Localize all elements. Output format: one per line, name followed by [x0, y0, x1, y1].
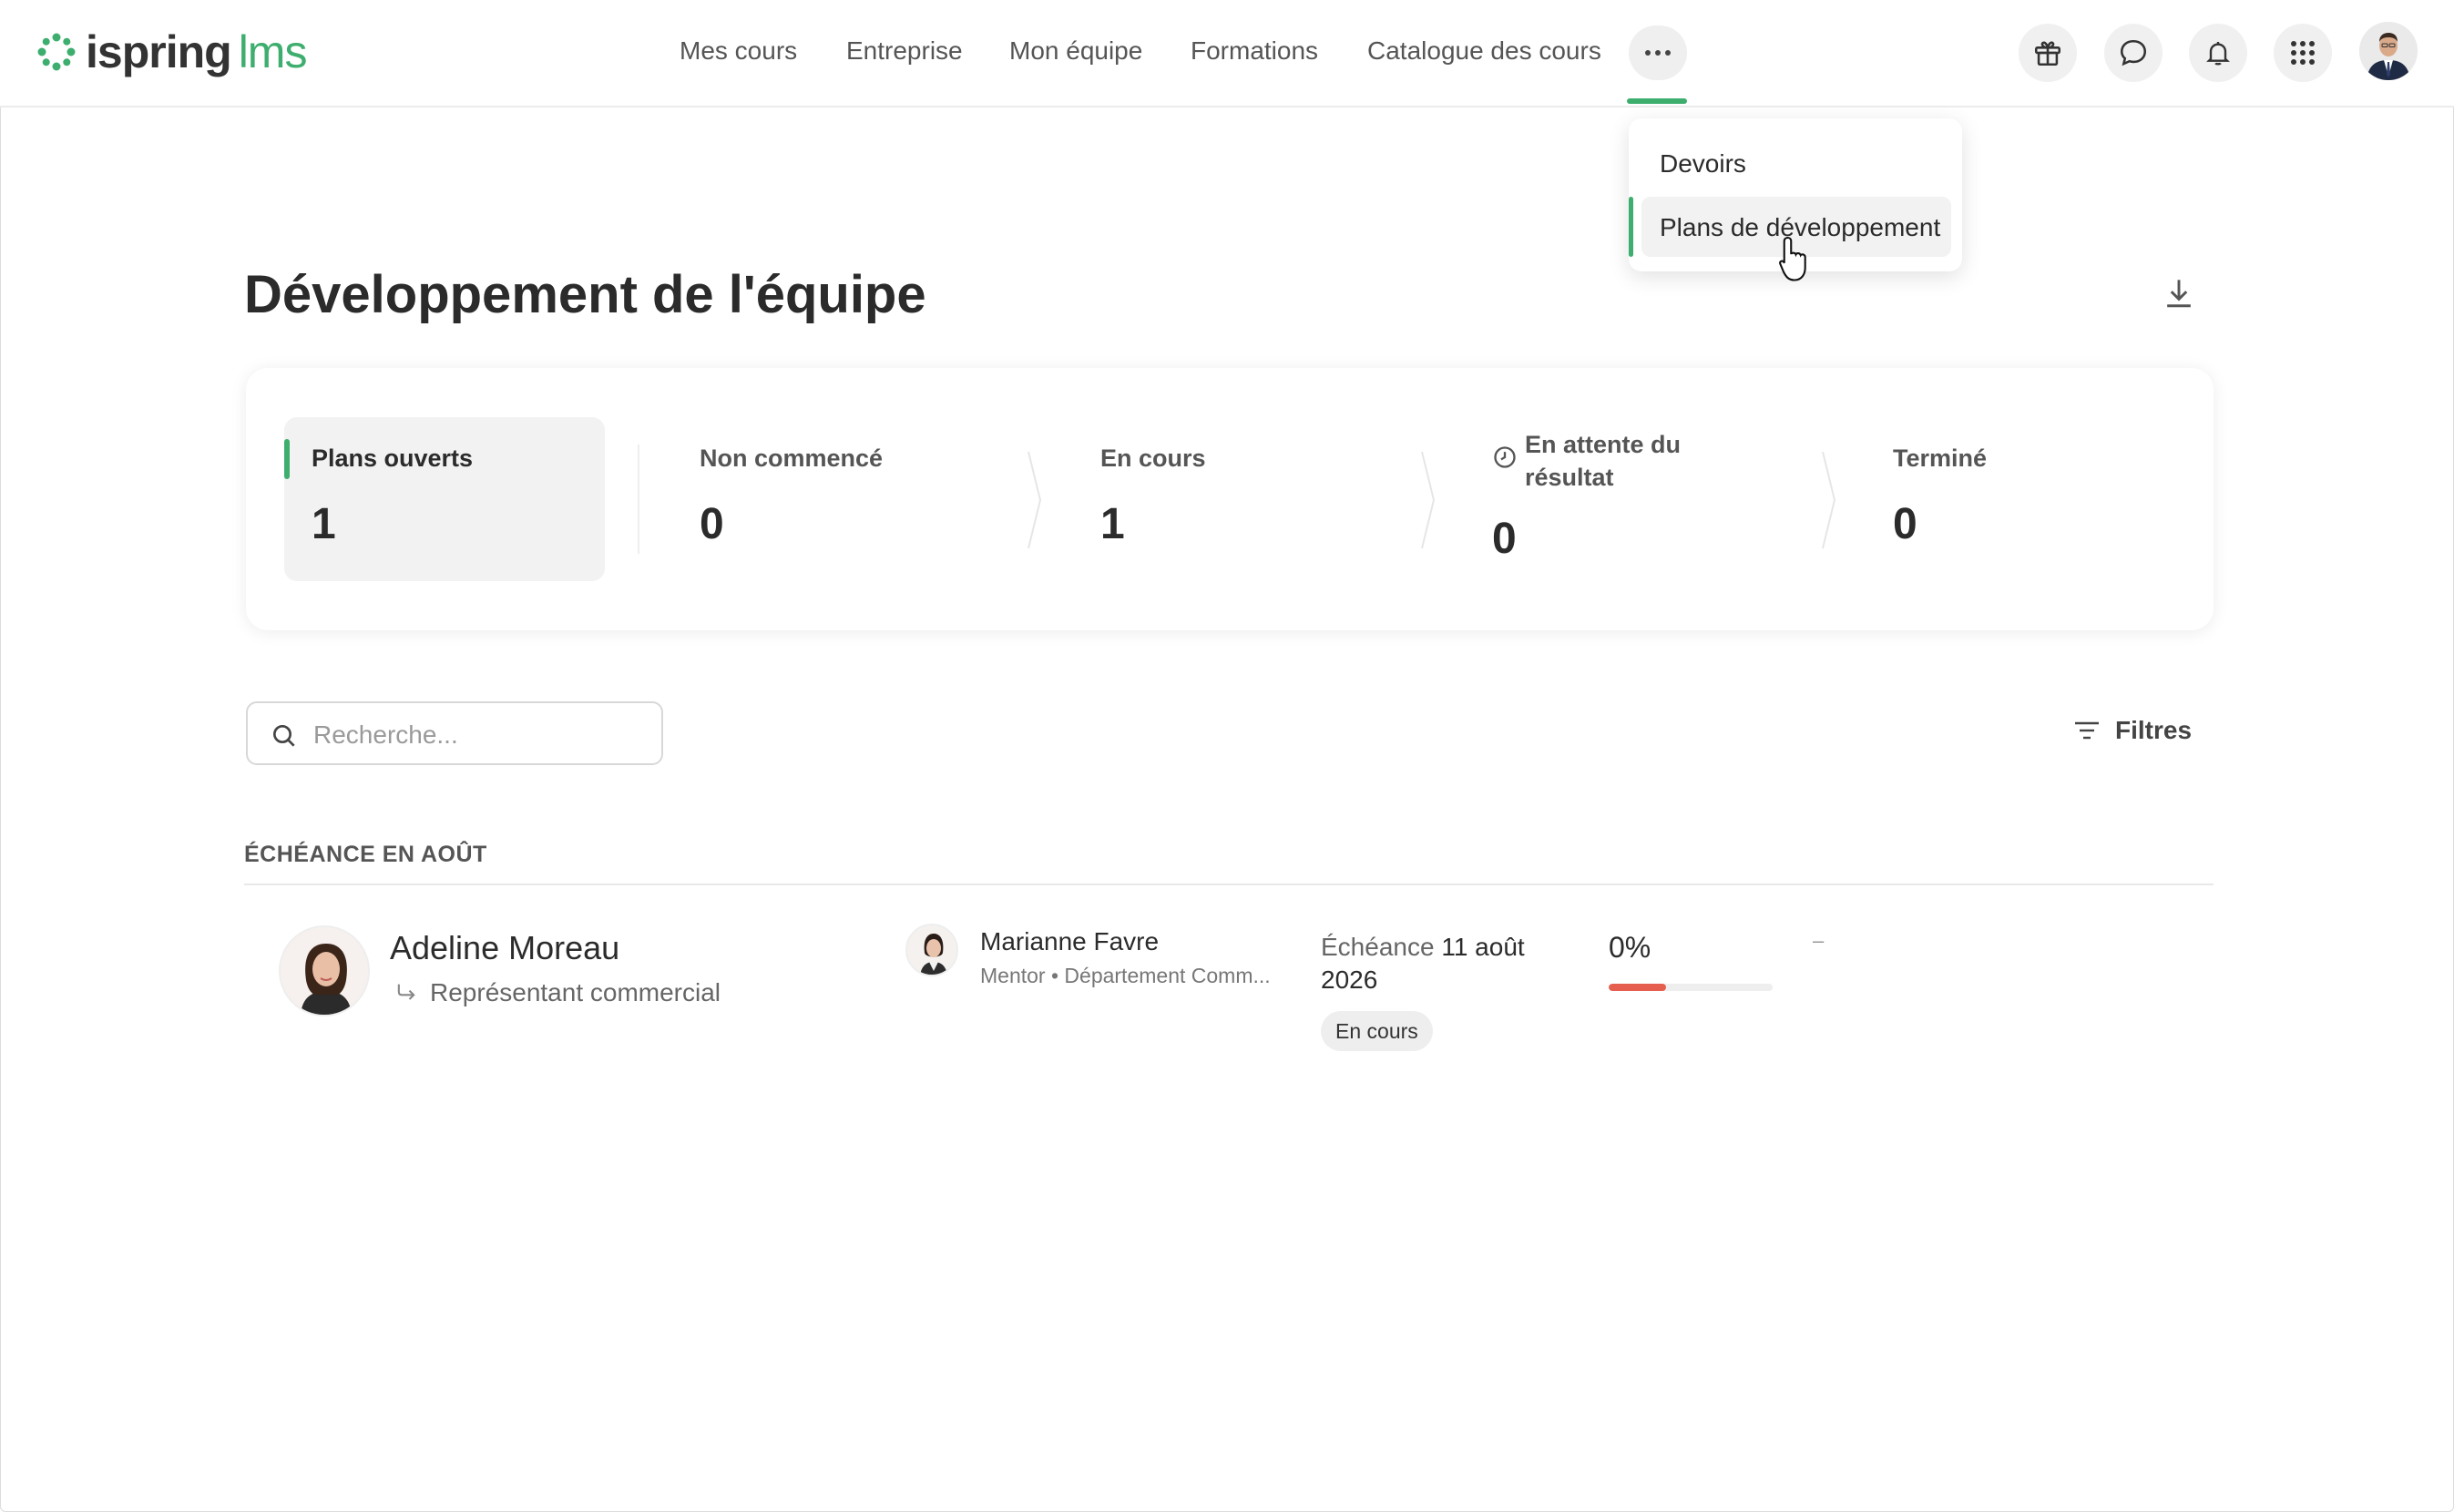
employee-name[interactable]: Adeline Moreau: [390, 929, 619, 967]
search-box: [246, 701, 663, 765]
gift-button[interactable]: [2019, 24, 2077, 82]
brand-logo[interactable]: ispring lms: [36, 26, 308, 78]
stat-label-en-cours: En cours: [1100, 444, 1206, 472]
dropdown-item-devoirs[interactable]: Devoirs: [1660, 149, 1746, 179]
stat-non-commence-tile[interactable]: [700, 417, 1082, 581]
group-title: ÉCHÉANCE EN AOÛT: [244, 842, 487, 867]
download-icon[interactable]: [2159, 273, 2199, 313]
stat-label-plans-ouverts: Plans ouverts: [312, 444, 474, 472]
stat-value-non-commence: 0: [700, 500, 724, 548]
chat-button[interactable]: [2104, 24, 2163, 82]
search-icon: [273, 725, 295, 747]
stats-card: Plans ouverts 1 Non commencé 0 En cours …: [246, 368, 2214, 630]
active-nav-indicator: [1627, 98, 1687, 104]
chat-icon: [2120, 39, 2147, 66]
nav-item-formations[interactable]: Formations: [1191, 36, 1318, 66]
stat-value-en-attente: 0: [1492, 515, 1517, 563]
filter-icon: [2075, 721, 2099, 740]
chevron-separator-icon: [1028, 451, 1042, 549]
stat-value-plans-ouverts: 1: [312, 500, 336, 548]
progress-bar-fill: [1609, 984, 1666, 991]
stat-active-indicator: [284, 439, 290, 479]
progress-bar: [1609, 984, 1773, 991]
page-title: Développement de l'équipe: [244, 265, 926, 324]
mouse-pointer-icon: [1779, 236, 1806, 281]
stat-divider: [638, 444, 639, 554]
extra-value: –: [1813, 929, 1825, 952]
top-header: ispring lms Mes cours Entreprise Mon équi…: [0, 0, 2454, 107]
status-badge: En cours: [1321, 1011, 1433, 1051]
gift-icon: [2034, 41, 2061, 66]
nav-item-mes-cours[interactable]: Mes cours: [680, 36, 797, 66]
nav-item-entreprise[interactable]: Entreprise: [846, 36, 963, 66]
mentor-subtitle: Mentor • Département Comm...: [980, 964, 1271, 987]
search-input[interactable]: [312, 716, 652, 754]
user-avatar[interactable]: [2359, 22, 2418, 80]
ispring-logo-icon: [37, 33, 76, 71]
employee-portrait-icon: [281, 927, 368, 1015]
avatar[interactable]: [279, 925, 370, 1017]
bell-icon: [2206, 42, 2230, 66]
more-horizontal-icon: [1645, 50, 1671, 56]
reply-arrow-icon: [397, 984, 415, 1000]
mentor-name[interactable]: Marianne Favre: [980, 927, 1159, 956]
stat-termine-tile[interactable]: [1893, 417, 2184, 581]
nav-item-catalogue[interactable]: Catalogue des cours: [1367, 36, 1601, 66]
apps-grid-icon: [2291, 41, 2315, 65]
stat-value-en-cours: 1: [1100, 500, 1125, 548]
due-date: Échéance 11 août 2026: [1321, 931, 1567, 996]
stat-label-non-commence: Non commencé: [700, 444, 884, 472]
apps-button[interactable]: [2274, 24, 2332, 82]
clock-icon: [1494, 446, 1516, 468]
due-label: Échéance: [1321, 933, 1435, 961]
more-menu-button[interactable]: [1629, 26, 1687, 80]
progress-percent: 0%: [1609, 931, 1651, 964]
stat-value-termine: 0: [1893, 500, 1917, 548]
employee-role: Représentant commercial: [430, 978, 721, 1006]
stat-label-en-attente: En attente du résultat: [1525, 431, 1682, 491]
dropdown-item-active-indicator: [1629, 197, 1633, 257]
filters-label: Filtres: [2115, 716, 2193, 744]
chevron-separator-icon: [1421, 451, 1436, 549]
user-portrait-icon: [2359, 22, 2418, 80]
brand-name: ispring: [86, 26, 232, 77]
filters-button[interactable]: Filtres: [2073, 716, 2192, 745]
stat-label-termine: Terminé: [1893, 444, 1988, 472]
notifications-button[interactable]: [2189, 24, 2247, 82]
chevron-separator-icon: [1822, 451, 1836, 549]
group-divider: [244, 884, 2214, 885]
nav-item-mon-equipe[interactable]: Mon équipe: [1009, 36, 1142, 66]
brand-product: lms: [238, 26, 308, 77]
mentor-avatar: [905, 924, 958, 976]
